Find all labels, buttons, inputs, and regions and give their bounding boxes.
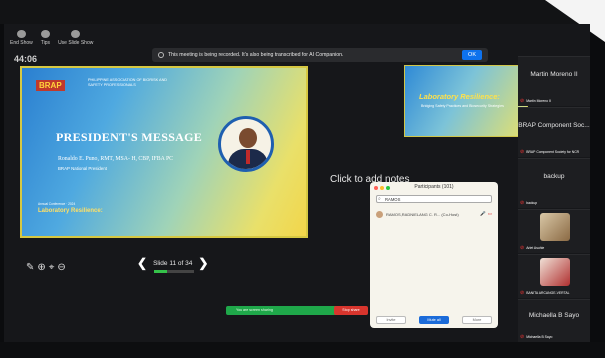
next-slide-text: Bridging Safety Practices and Biosecurit… [421,104,504,108]
use-slide-show-button[interactable]: Use Slide Show [58,30,93,46]
slide-footnote: Annual Conference · 2024 [38,202,76,206]
current-slide: BRAP PHILIPPINE ASSOCIATION OF BIORISK A… [20,66,308,238]
participant-tile[interactable]: BRAP Component Soc... ⊘ BRAP Component So… [518,107,590,157]
minimize-window-icon[interactable] [380,186,384,190]
tips-button[interactable]: Tips [41,30,50,46]
search-icon: ⌕ [378,196,381,202]
participant-name: RAMOS,RADNIELANG C. R... (Co-Host) [386,211,459,217]
slide-subtitle: Laboratory Resilience: [38,208,103,214]
participant-tile[interactable]: Michaella B Sayo ⊘ Michaella B Sayo [518,299,590,342]
participant-tile[interactable]: ⊘ Arlet Asuhie [518,209,590,253]
elapsed-time: 44:06 [14,54,38,64]
slide-counter: Slide 11 of 34 [153,259,193,267]
stop-share-button[interactable]: Stop share [334,306,368,315]
presenter-toolbar: End Show Tips Use Slide Show [10,30,93,46]
slide-heading: PRESIDENT'S MESSAGE [56,130,203,144]
end-show-button[interactable]: End Show [10,30,33,46]
slide-show-icon [71,30,81,38]
participant-search-value: RAMOS [385,197,401,202]
slide-progress-fill [154,270,167,273]
mute-all-button[interactable]: Mute all [419,316,449,324]
mic-muted-icon: ⊘ [520,334,525,340]
next-slide-preview[interactable]: Laboratory Resilience: Bridging Safety P… [404,65,528,137]
participant-search-input[interactable]: ⌕ RAMOS [376,195,492,203]
photo-bezel-top [0,0,605,24]
mic-muted-icon: 🎤 [480,211,486,216]
slide-presenter-name: Ronaldo E. Puno, RMT, MSA- H, CBP, IFBA … [58,156,174,162]
presenter-portrait [218,116,274,172]
slide-navigator: ❮ Slide 11 of 34 ❯ [137,256,208,270]
participant-tile[interactable]: Martin Moreno II ⊘ Martin Moreno II [518,56,590,106]
participant-row[interactable]: RAMOS,RADNIELANG C. R... (Co-Host) 🎤 ▭ [376,209,492,219]
participants-actions: Invite Mute all More [376,316,492,324]
participant-gallery: Martin Moreno II ⊘ Martin Moreno II BRAP … [518,56,590,342]
next-slide-icon[interactable]: ❯ [198,256,208,270]
participant-display-name: BRAP Component Soc... [518,122,590,129]
participant-display-name: Martin Moreno II [530,71,578,78]
mic-muted-icon: ⊘ [520,98,525,104]
participant-photo [540,258,570,286]
zoom-icon[interactable]: ⊕ [37,262,45,273]
mic-muted-icon: ⊘ [520,149,525,155]
mic-muted-icon: ⊘ [520,245,525,251]
brap-logo: BRAP [36,80,65,91]
tips-icon [40,30,50,38]
recording-banner-text: This meeting is being recorded. It's als… [168,52,344,58]
slide-organization: PHILIPPINE ASSOCIATION OF BIORISK AND SA… [88,78,168,87]
pointer-icon[interactable]: ⌖ [49,262,55,273]
close-window-icon[interactable] [374,186,378,190]
participant-label: BANITA ARCANGE-VERTAL [526,291,570,295]
more-button[interactable]: More [462,316,492,324]
maximize-window-icon[interactable] [386,186,390,190]
zoom-presenter-screen: End Show Tips Use Slide Show 44:06 This … [4,24,590,342]
participant-tile[interactable]: backup ⊘ backup [518,158,590,208]
slide-presenter-role: BRAP National President [58,166,107,171]
mic-muted-icon: ⊘ [520,290,525,296]
participants-panel: Participants (101) ⌕ RAMOS RAMOS,RADNIEL… [370,182,498,328]
video-off-icon: ▭ [487,211,492,216]
recording-ok-button[interactable]: OK [462,50,482,60]
participant-display-name: backup [543,173,565,180]
window-controls [374,186,390,190]
pen-icon[interactable]: ✎ [26,262,34,273]
participant-tile[interactable]: ⊘ BANITA ARCANGE-VERTAL [518,254,590,298]
participant-label: BRAP Component Society for NCR [526,150,580,154]
participant-label: Arlet Asuhie [526,246,545,250]
photo-bezel-bottom [0,342,605,358]
mic-muted-icon: ⊘ [520,200,525,206]
recording-banner: This meeting is being recorded. It's als… [152,48,488,62]
avatar [376,210,383,218]
participant-label: Martin Moreno II [526,99,551,103]
participant-label: Michaella B Sayo [526,335,553,339]
annotation-tools: ✎ ⊕ ⌖ ⊖ [26,262,66,273]
next-slide-title: Laboratory Resilience: [419,92,500,101]
invite-button[interactable]: Invite [376,316,406,324]
recording-icon [158,52,164,58]
participant-display-name: Michaella B Sayo [528,312,580,319]
slide-progress-bar [154,270,194,273]
end-show-icon [16,30,26,38]
participant-label: backup [526,201,538,205]
participant-photo [540,213,570,241]
more-icon[interactable]: ⊖ [57,262,65,273]
previous-slide-icon[interactable]: ❮ [137,256,147,270]
